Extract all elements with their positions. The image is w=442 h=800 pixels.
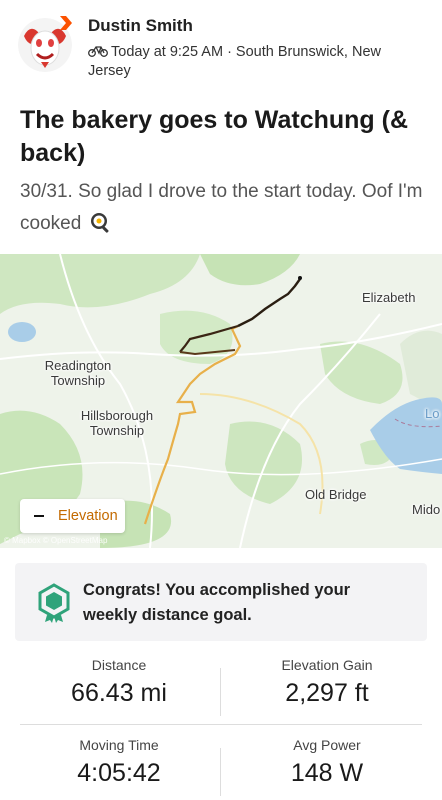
elevation-button-label: Elevation xyxy=(58,508,118,524)
stat-divider xyxy=(220,668,221,716)
stat-elevation-gain: Elevation Gain 2,297 ft xyxy=(222,657,432,708)
stat-value: 2,297 ft xyxy=(285,679,369,707)
map-label-old-bridge: Old Bridge xyxy=(305,487,367,502)
hexagon-medal-icon xyxy=(38,583,70,623)
map-label-readington: Readington Township xyxy=(44,358,112,388)
stat-divider xyxy=(220,748,221,796)
map-attribution[interactable]: © Mapbox © OpenStreetMap xyxy=(4,536,107,545)
achievement-text: Congrats! You accomplished your weekly d… xyxy=(83,581,351,624)
stat-label: Avg Power xyxy=(293,737,361,753)
activity-time-location: Today at 9:25 AM · South Brunswick, New … xyxy=(88,44,381,79)
frying-pan-egg-icon xyxy=(90,213,109,233)
map-label-hillsborough: Hillsborough Township xyxy=(80,408,154,438)
activity-description: 30/31. So glad I drove to the start toda… xyxy=(20,176,430,240)
stat-label: Elevation Gain xyxy=(281,657,373,673)
stat-avg-power: Avg Power 148 W xyxy=(222,737,432,788)
map-label-lo: Lo xyxy=(425,406,440,421)
subscriber-badge-icon xyxy=(60,16,72,30)
activity-title[interactable]: The bakery goes to Watchung (& back) xyxy=(20,104,430,170)
elevation-legend-icon xyxy=(34,515,44,517)
elevation-toggle-button[interactable]: Elevation xyxy=(20,499,125,533)
stat-label: Moving Time xyxy=(79,737,159,753)
map-label-mid: Mido xyxy=(412,502,441,517)
athlete-name[interactable]: Dustin Smith xyxy=(88,16,193,36)
activity-header: Dustin Smith Today at 9:25 AM · South Br… xyxy=(0,0,442,100)
description-text: 30/31. So glad I drove to the start toda… xyxy=(20,181,423,234)
stats-divider xyxy=(20,724,422,725)
achievement-banner[interactable]: Congrats! You accomplished your weekly d… xyxy=(15,563,427,641)
stat-value: 66.43 mi xyxy=(71,679,167,707)
activity-meta: Today at 9:25 AM · South Brunswick, New … xyxy=(88,43,418,81)
bike-icon xyxy=(88,46,108,57)
stat-distance: Distance 66.43 mi xyxy=(14,657,224,708)
stat-value: 148 W xyxy=(290,759,364,787)
stat-value: 4:05:42 xyxy=(77,759,161,787)
stat-label: Distance xyxy=(91,657,147,673)
stat-moving-time: Moving Time 4:05:42 xyxy=(14,737,224,788)
map-label-elizabeth: Elizabeth xyxy=(362,290,416,305)
